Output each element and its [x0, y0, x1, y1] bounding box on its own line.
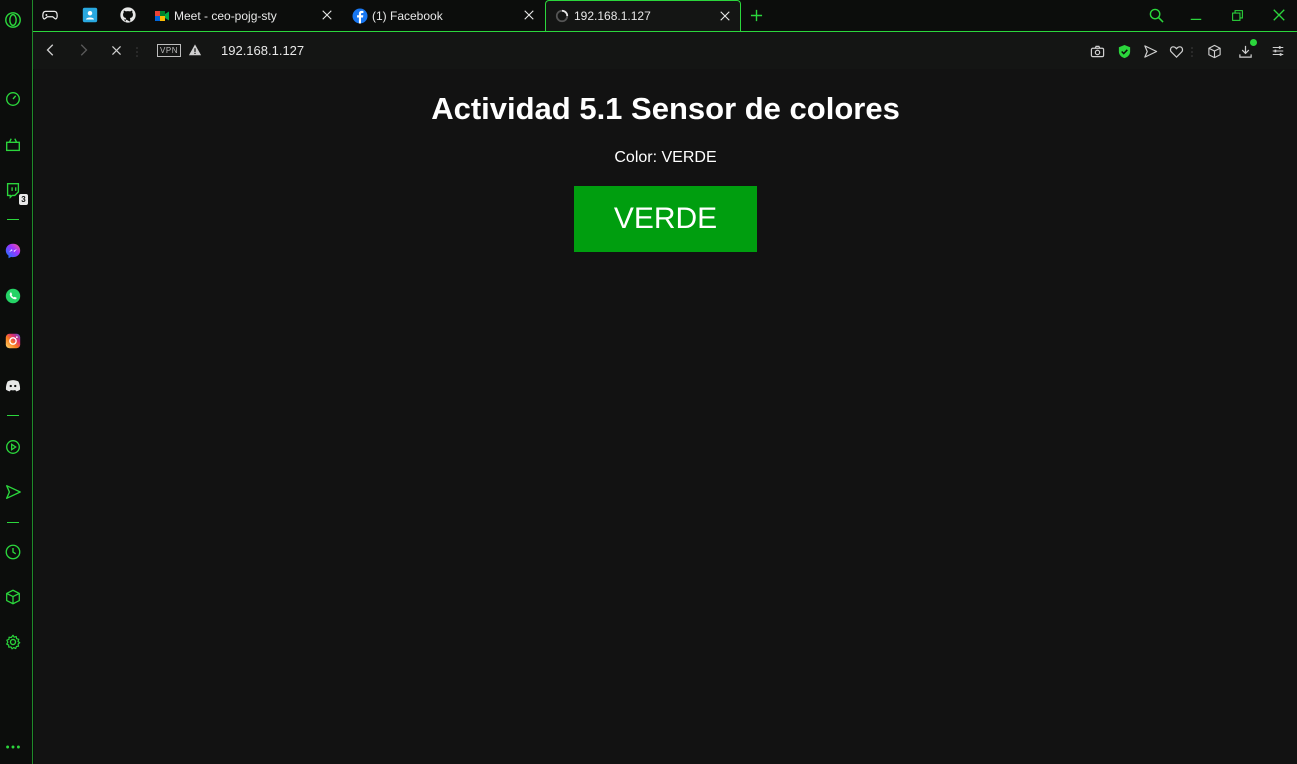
bookmark-heart-icon[interactable] — [1167, 42, 1185, 60]
vpn-badge[interactable]: VPN — [157, 44, 181, 57]
messenger-icon[interactable] — [3, 241, 23, 261]
tab-192-168-1-127[interactable]: 192.168.1.127 — [545, 0, 741, 31]
sidebar-divider — [7, 219, 19, 220]
close-tab-icon[interactable] — [718, 9, 732, 23]
page-content: Actividad 5.1 Sensor de colores Color: V… — [34, 69, 1297, 764]
instagram-icon[interactable] — [3, 331, 23, 351]
sidebar-divider — [7, 522, 19, 523]
sidebar-divider — [7, 415, 19, 416]
search-tabs-icon[interactable] — [1144, 5, 1168, 25]
gx-corner-icon[interactable] — [3, 135, 23, 155]
close-tab-icon[interactable] — [522, 8, 536, 22]
history-clock-icon[interactable] — [3, 542, 23, 562]
settings-gear-icon[interactable] — [3, 632, 23, 652]
new-tab-plus-icon[interactable] — [746, 5, 766, 25]
tab-title: (1) Facebook — [372, 8, 443, 23]
contacts-pinned-tab-icon[interactable] — [80, 5, 100, 25]
sidebar: 3 — [0, 0, 33, 764]
gamepad-pinned-tab-icon[interactable] — [40, 5, 60, 25]
whatsapp-icon[interactable] — [3, 286, 23, 306]
color-indicator-box: VERDE — [574, 186, 757, 252]
close-tab-icon[interactable] — [320, 8, 334, 22]
browser-window: 3 Meet - ceo-pojg-sty (1) Facebook 192.1… — [0, 0, 1297, 764]
tab-strip: Meet - ceo-pojg-sty (1) Facebook 192.168… — [33, 0, 1297, 31]
tab-meet[interactable]: Meet - ceo-pojg-sty — [146, 0, 342, 31]
url-text[interactable]: 192.168.1.127 — [221, 43, 304, 58]
separator-dots — [1191, 45, 1193, 57]
player-icon[interactable] — [3, 437, 23, 457]
extensions-cube-icon[interactable] — [1205, 42, 1223, 60]
minimize-icon[interactable] — [1184, 5, 1208, 25]
restore-icon[interactable] — [1225, 5, 1249, 25]
opera-logo-icon[interactable] — [3, 10, 23, 30]
speed-dial-icon[interactable] — [3, 89, 23, 109]
snapshot-camera-icon[interactable] — [1088, 42, 1106, 60]
close-window-icon[interactable] — [1267, 5, 1291, 25]
more-dots-icon[interactable] — [3, 737, 23, 757]
flow-send-icon[interactable] — [1141, 42, 1159, 60]
page-title: Actividad 5.1 Sensor de colores — [431, 91, 900, 126]
ad-blocker-shield-icon[interactable] — [1115, 42, 1133, 60]
back-arrow-icon[interactable] — [42, 41, 60, 59]
github-pinned-tab-icon[interactable] — [118, 5, 138, 25]
tab-title: Meet - ceo-pojg-sty — [174, 8, 277, 23]
tab-facebook[interactable]: (1) Facebook — [344, 0, 544, 31]
separator-dots — [136, 45, 138, 57]
facebook-icon — [352, 8, 368, 24]
color-reading: Color: VERDE — [614, 149, 717, 166]
forward-arrow-icon[interactable] — [74, 41, 92, 59]
easy-setup-sliders-icon[interactable] — [1269, 42, 1287, 60]
send-icon[interactable] — [3, 482, 23, 502]
discord-icon[interactable] — [3, 376, 23, 396]
address-bar: VPN 192.168.1.127 — [33, 31, 1297, 69]
warning-icon[interactable] — [186, 41, 204, 59]
stop-loading-icon[interactable] — [107, 41, 125, 59]
tab-title: 192.168.1.127 — [574, 9, 651, 23]
google-meet-icon — [154, 8, 170, 24]
twitch-badge: 3 — [19, 194, 28, 205]
loading-spinner-icon — [554, 8, 570, 24]
extensions-cube-icon[interactable] — [3, 587, 23, 607]
download-status-dot — [1250, 39, 1257, 46]
